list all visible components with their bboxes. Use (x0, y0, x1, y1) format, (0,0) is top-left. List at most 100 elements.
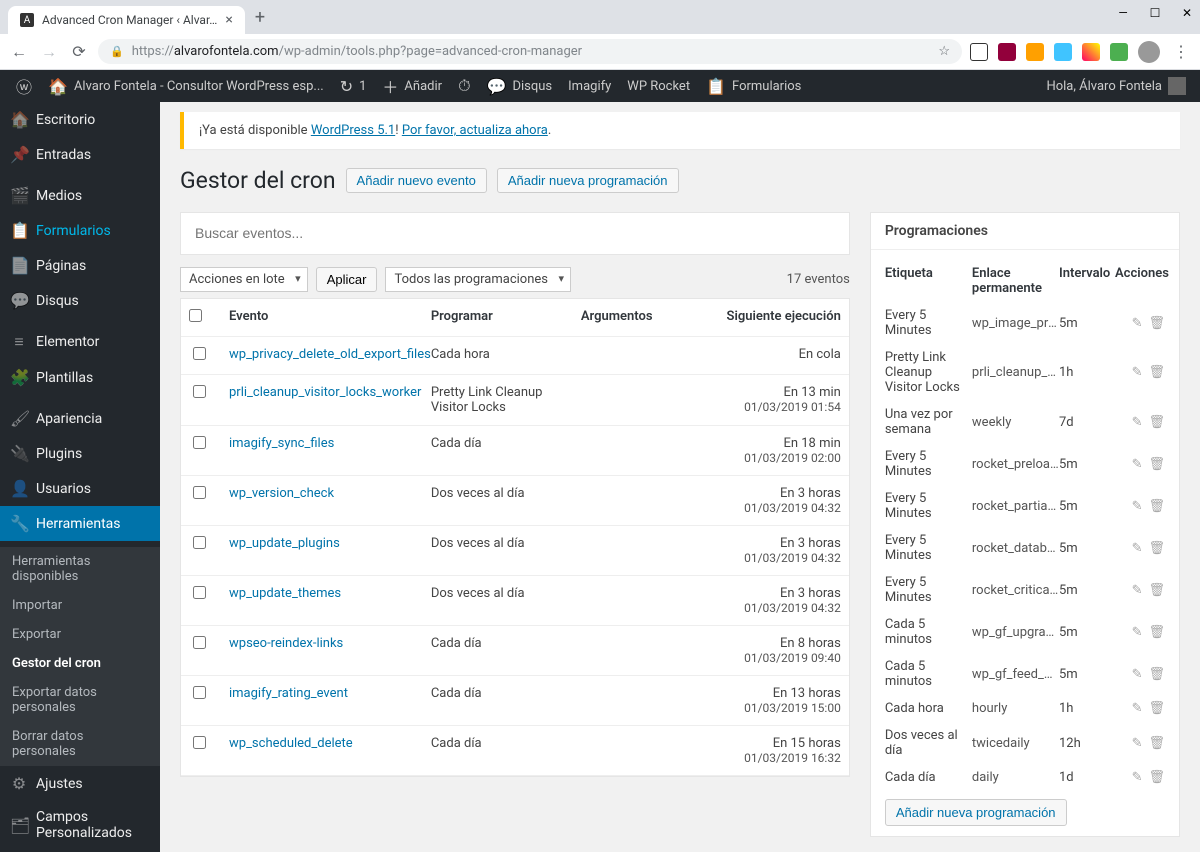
search-input[interactable] (195, 225, 835, 241)
trash-icon[interactable]: 🗑 (1148, 541, 1165, 556)
disqus-link[interactable]: 💬Disqus (479, 70, 561, 102)
trash-icon[interactable]: 🗑 (1148, 415, 1165, 430)
sidebar-subitem-4[interactable]: Exportar datos personales (0, 678, 160, 722)
forward-button[interactable]: → (38, 41, 60, 63)
reload-button[interactable]: ⟳ (68, 41, 90, 63)
browser-tab[interactable]: A Advanced Cron Manager ‹ Alvar… × (8, 6, 245, 34)
url-field[interactable]: 🔒 https://alvarofontela.com/wp-admin/too… (98, 39, 962, 64)
sidebar-item-7[interactable]: 🧩Plantillas (0, 360, 160, 395)
sidebar-item-5[interactable]: 💬Disqus (0, 283, 160, 318)
menu-icon[interactable]: ⋮ (1170, 41, 1192, 63)
ext-icon-5[interactable] (1082, 43, 1100, 61)
trash-icon[interactable]: 🗑 (1148, 499, 1165, 514)
event-name[interactable]: wp_scheduled_delete (229, 736, 431, 751)
sidebar-item-2[interactable]: 🎬Medios (0, 178, 160, 213)
updates-link[interactable]: ↻1 (332, 70, 375, 102)
trash-icon[interactable]: 🗑 (1148, 770, 1165, 785)
trash-icon[interactable]: 🗑 (1148, 583, 1165, 598)
sidebar-subitem-3[interactable]: Gestor del cron (0, 649, 160, 678)
event-checkbox[interactable] (193, 686, 206, 699)
event-checkbox[interactable] (193, 385, 206, 398)
event-name[interactable]: wpseo-reindex-links (229, 636, 431, 651)
sidebar-item-8[interactable]: 🖌Apariencia (0, 401, 160, 436)
edit-icon[interactable]: ✎ (1132, 770, 1143, 785)
trash-icon[interactable]: 🗑 (1148, 365, 1165, 380)
sidebar-item-12[interactable]: ⚙Ajustes (0, 766, 160, 801)
add-schedule-button[interactable]: Añadir nueva programación (497, 168, 679, 193)
minimize-icon[interactable]: — (1116, 6, 1130, 20)
wp-version-link[interactable]: WordPress 5.1 (311, 123, 395, 138)
profile-avatar-icon[interactable] (1138, 41, 1160, 63)
maximize-icon[interactable]: ☐ (1148, 6, 1162, 20)
trash-icon[interactable]: 🗑 (1148, 625, 1165, 640)
event-checkbox[interactable] (193, 436, 206, 449)
back-button[interactable]: ← (8, 41, 30, 63)
sidebar-item-1[interactable]: 📌Entradas (0, 137, 160, 172)
event-checkbox[interactable] (193, 347, 206, 360)
event-name[interactable]: wp_update_themes (229, 586, 431, 601)
event-name[interactable]: wp_update_plugins (229, 536, 431, 551)
new-tab-button[interactable]: + (255, 7, 265, 34)
schedule-filter-select[interactable]: Todos las programaciones (385, 267, 571, 292)
sidebar-subitem-5[interactable]: Borrar datos personales (0, 722, 160, 766)
trash-icon[interactable]: 🗑 (1148, 457, 1165, 472)
trash-icon[interactable]: 🗑 (1148, 667, 1165, 682)
sidebar-item-4[interactable]: 📄Páginas (0, 248, 160, 283)
sidebar-item-6[interactable]: ≡Elementor (0, 324, 160, 360)
event-name[interactable]: wp_privacy_delete_old_export_files (229, 347, 431, 362)
select-all-checkbox[interactable] (189, 309, 202, 322)
event-checkbox[interactable] (193, 736, 206, 749)
ext-icon-1[interactable] (970, 43, 988, 61)
ext-icon-3[interactable] (1026, 43, 1044, 61)
add-schedule-button-side[interactable]: Añadir nueva programación (885, 799, 1067, 826)
ext-icon-4[interactable] (1054, 43, 1072, 61)
event-checkbox[interactable] (193, 586, 206, 599)
trash-icon[interactable]: 🗑 (1148, 701, 1165, 716)
event-name[interactable]: wp_version_check (229, 486, 431, 501)
sidebar-subitem-2[interactable]: Exportar (0, 620, 160, 649)
add-event-button[interactable]: Añadir nuevo evento (346, 168, 487, 193)
edit-icon[interactable]: ✎ (1132, 415, 1143, 430)
apply-button[interactable]: Aplicar (316, 267, 378, 292)
edit-icon[interactable]: ✎ (1132, 701, 1143, 716)
sidebar-item-9[interactable]: 🔌Plugins (0, 436, 160, 471)
sidebar-item-13[interactable]: 🗂Campos Personalizados (0, 801, 160, 849)
sidebar-item-3[interactable]: 📋Formularios (0, 213, 160, 248)
event-name[interactable]: imagify_rating_event (229, 686, 431, 701)
trash-icon[interactable]: 🗑 (1148, 316, 1165, 331)
event-checkbox[interactable] (193, 486, 206, 499)
edit-icon[interactable]: ✎ (1132, 667, 1143, 682)
tab-close-icon[interactable]: × (225, 12, 232, 28)
new-link[interactable]: ＋Añadir (374, 70, 450, 102)
edit-icon[interactable]: ✎ (1132, 583, 1143, 598)
event-name[interactable]: imagify_sync_files (229, 436, 431, 451)
account-link[interactable]: Hola, Álvaro Fontela (1046, 77, 1192, 95)
ext-icon-2[interactable] (998, 43, 1016, 61)
sidebar-item-11[interactable]: 🔧Herramientas (0, 506, 160, 541)
trash-icon[interactable]: 🗑 (1148, 736, 1165, 751)
perf-icon[interactable]: ⏱ (450, 70, 478, 102)
edit-icon[interactable]: ✎ (1132, 541, 1143, 556)
sidebar-subitem-1[interactable]: Importar (0, 591, 160, 620)
update-now-link[interactable]: Por favor, actualiza ahora (402, 123, 548, 138)
sidebar-item-0[interactable]: 🏠Escritorio (0, 102, 160, 137)
imagify-link[interactable]: Imagify (560, 70, 619, 102)
edit-icon[interactable]: ✎ (1132, 736, 1143, 751)
forms-link[interactable]: 📋Formularios (698, 70, 809, 102)
sidebar-item-10[interactable]: 👤Usuarios (0, 471, 160, 506)
bulk-actions-select[interactable]: Acciones en lote (180, 267, 308, 292)
sidebar-subitem-0[interactable]: Herramientas disponibles (0, 547, 160, 591)
edit-icon[interactable]: ✎ (1132, 316, 1143, 331)
edit-icon[interactable]: ✎ (1132, 457, 1143, 472)
close-window-icon[interactable]: ✕ (1180, 6, 1194, 20)
edit-icon[interactable]: ✎ (1132, 365, 1143, 380)
site-link[interactable]: 🏠Alvaro Fontela - Consultor WordPress es… (40, 70, 332, 102)
event-name[interactable]: prli_cleanup_visitor_locks_worker (229, 385, 431, 400)
wp-logo-icon[interactable]: ⓦ (8, 70, 40, 102)
wprocket-link[interactable]: WP Rocket (619, 70, 698, 102)
edit-icon[interactable]: ✎ (1132, 499, 1143, 514)
ext-icon-6[interactable] (1110, 43, 1128, 61)
event-checkbox[interactable] (193, 636, 206, 649)
edit-icon[interactable]: ✎ (1132, 625, 1143, 640)
event-checkbox[interactable] (193, 536, 206, 549)
